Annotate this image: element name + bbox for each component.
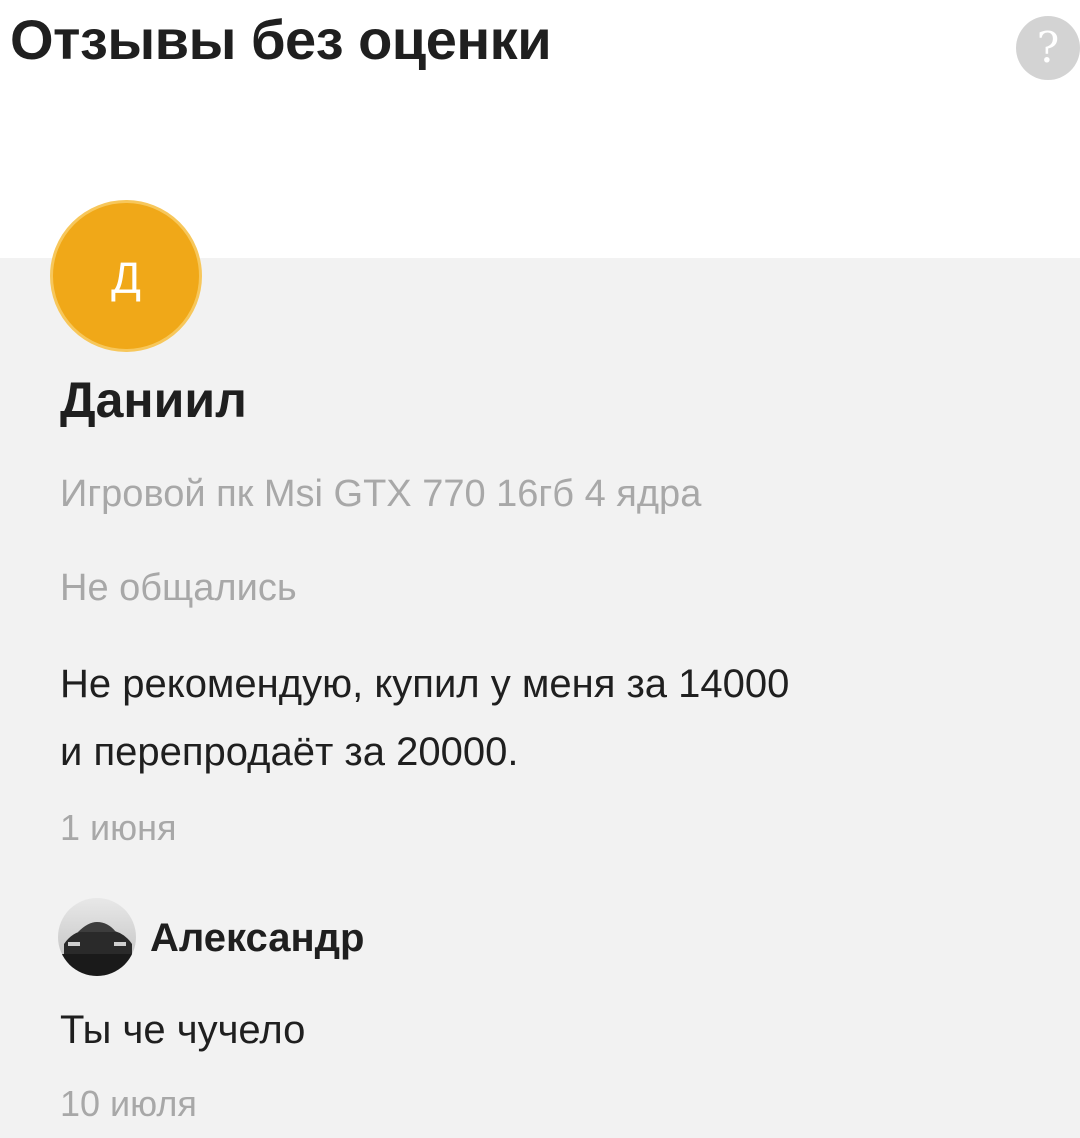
reply-date: 10 июля (60, 1083, 197, 1124)
help-icon[interactable]: ? (1016, 16, 1080, 80)
review-product-name[interactable]: Игровой пк Msi GTX 770 16гб 4 ядра (60, 466, 701, 522)
reply-text: Ты че чучело (60, 1008, 306, 1052)
page-title: Отзывы без оценки (10, 8, 552, 71)
review-text-line: Не рекомендую, купил у меня за 14000 (60, 662, 790, 706)
reply-author-name[interactable]: Александр (150, 910, 364, 966)
review-text: Не рекомендую, купил у меня за 14000 и п… (60, 650, 1060, 786)
car-avatar-icon[interactable] (58, 898, 136, 976)
review-text-line: и перепродаёт за 20000. (60, 730, 519, 774)
avatar[interactable]: Д (50, 200, 202, 352)
interaction-status: Не общались (60, 567, 297, 609)
review-date: 1 июня (60, 807, 177, 848)
review-author-name[interactable]: Даниил (60, 368, 247, 432)
